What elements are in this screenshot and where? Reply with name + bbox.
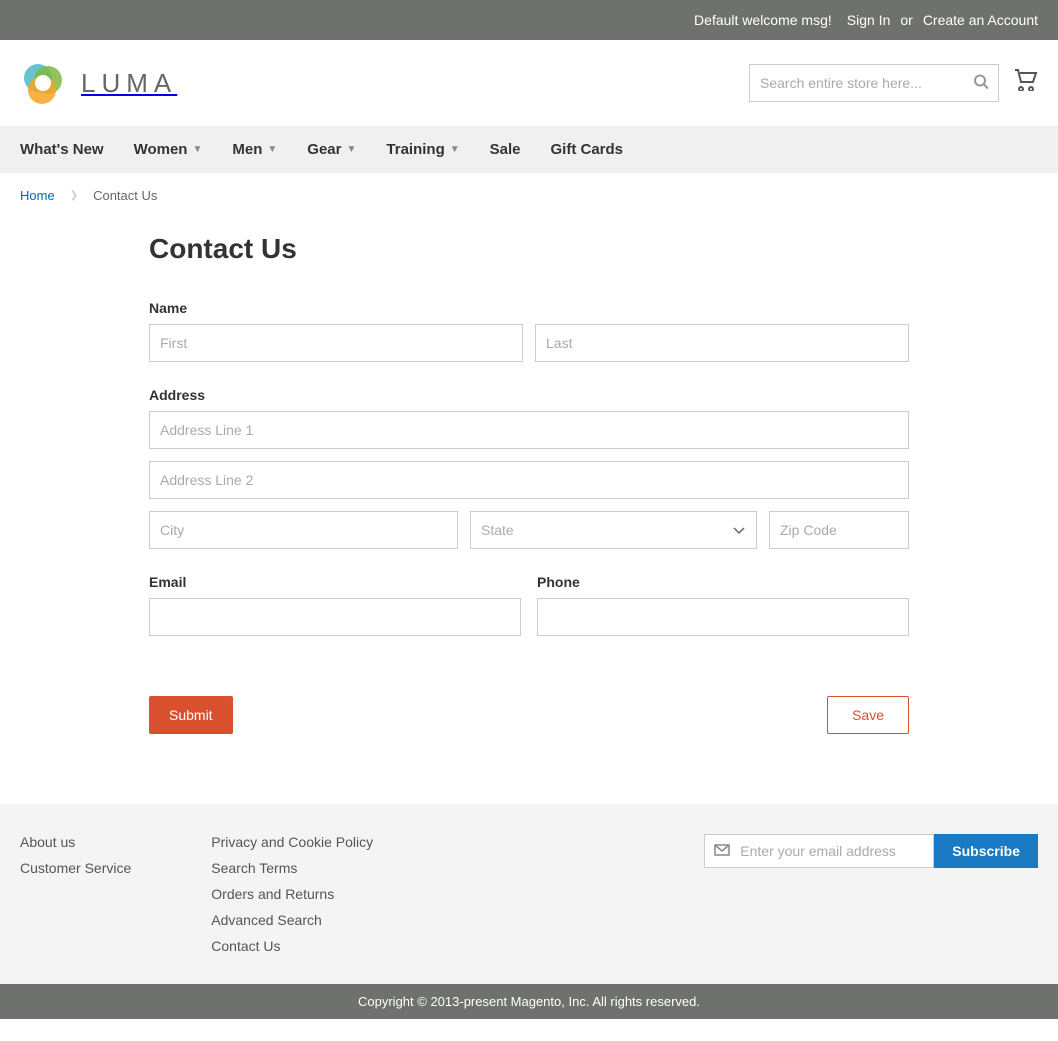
name-section: Name bbox=[149, 300, 909, 362]
footer-col-2: Privacy and Cookie Policy Search Terms O… bbox=[211, 834, 373, 954]
top-bar: Default welcome msg! Sign In or Create a… bbox=[0, 0, 1058, 40]
breadcrumb-current: Contact Us bbox=[93, 188, 157, 203]
first-name-input[interactable] bbox=[149, 324, 523, 362]
phone-label: Phone bbox=[537, 574, 909, 590]
city-input[interactable] bbox=[149, 511, 458, 549]
footer-customer-service[interactable]: Customer Service bbox=[20, 860, 131, 876]
logo-icon bbox=[20, 60, 66, 106]
address-section: Address State bbox=[149, 387, 909, 549]
logo-link[interactable]: LUMA bbox=[20, 60, 177, 106]
email-phone-row: Email Phone bbox=[149, 574, 909, 661]
chevron-down-icon: ▼ bbox=[192, 144, 202, 155]
email-input[interactable] bbox=[149, 598, 521, 636]
zip-input[interactable] bbox=[769, 511, 909, 549]
footer-advanced-search[interactable]: Advanced Search bbox=[211, 912, 373, 928]
cart-icon[interactable] bbox=[1014, 69, 1038, 97]
phone-input[interactable] bbox=[537, 598, 909, 636]
main-nav: What's New Women▼ Men▼ Gear▼ Training▼ S… bbox=[0, 126, 1058, 173]
address-label: Address bbox=[149, 387, 909, 403]
footer: About us Customer Service Privacy and Co… bbox=[0, 804, 1058, 984]
create-account-link[interactable]: Create an Account bbox=[923, 12, 1038, 28]
form-buttons: Submit Save bbox=[149, 696, 909, 734]
breadcrumb-home[interactable]: Home bbox=[20, 188, 55, 203]
header-right bbox=[749, 64, 1038, 102]
state-select[interactable]: State bbox=[470, 511, 757, 549]
chevron-down-icon: ▼ bbox=[450, 144, 460, 155]
footer-orders-returns[interactable]: Orders and Returns bbox=[211, 886, 373, 902]
name-label: Name bbox=[149, 300, 909, 316]
nav-whats-new[interactable]: What's New bbox=[20, 141, 104, 158]
footer-contact-us[interactable]: Contact Us bbox=[211, 938, 373, 954]
footer-newsletter: Subscribe bbox=[704, 834, 1038, 954]
nav-sale[interactable]: Sale bbox=[490, 141, 521, 158]
email-label: Email bbox=[149, 574, 521, 590]
sign-in-link[interactable]: Sign In bbox=[847, 12, 891, 28]
address-line-2-input[interactable] bbox=[149, 461, 909, 499]
mail-icon bbox=[714, 843, 730, 859]
save-button[interactable]: Save bbox=[827, 696, 909, 734]
search-box bbox=[749, 64, 999, 102]
newsletter-input[interactable] bbox=[704, 834, 934, 868]
subscribe-button[interactable]: Subscribe bbox=[934, 834, 1038, 868]
breadcrumb: Home ❯ Contact Us bbox=[0, 173, 1058, 218]
or-text: or bbox=[900, 12, 912, 28]
copyright: Copyright © 2013-present Magento, Inc. A… bbox=[0, 984, 1058, 1019]
nav-gear[interactable]: Gear▼ bbox=[307, 141, 356, 158]
nav-women[interactable]: Women▼ bbox=[134, 141, 203, 158]
welcome-msg: Default welcome msg! bbox=[694, 12, 832, 28]
address-line-1-input[interactable] bbox=[149, 411, 909, 449]
chevron-right-icon: ❯ bbox=[70, 190, 78, 201]
nav-gift-cards[interactable]: Gift Cards bbox=[551, 141, 624, 158]
submit-button[interactable]: Submit bbox=[149, 696, 233, 734]
search-input[interactable] bbox=[749, 64, 999, 102]
footer-col-1: About us Customer Service bbox=[20, 834, 131, 954]
nav-men[interactable]: Men▼ bbox=[232, 141, 277, 158]
logo-text: LUMA bbox=[81, 68, 177, 99]
footer-search-terms[interactable]: Search Terms bbox=[211, 860, 373, 876]
footer-about-us[interactable]: About us bbox=[20, 834, 131, 850]
chevron-down-icon: ▼ bbox=[347, 144, 357, 155]
nav-training[interactable]: Training▼ bbox=[386, 141, 459, 158]
main-content: Contact Us Name Address State Email bbox=[129, 233, 929, 734]
header: LUMA bbox=[0, 40, 1058, 126]
chevron-down-icon: ▼ bbox=[267, 144, 277, 155]
footer-privacy[interactable]: Privacy and Cookie Policy bbox=[211, 834, 373, 850]
search-icon[interactable] bbox=[973, 74, 989, 93]
last-name-input[interactable] bbox=[535, 324, 909, 362]
page-title: Contact Us bbox=[149, 233, 909, 265]
